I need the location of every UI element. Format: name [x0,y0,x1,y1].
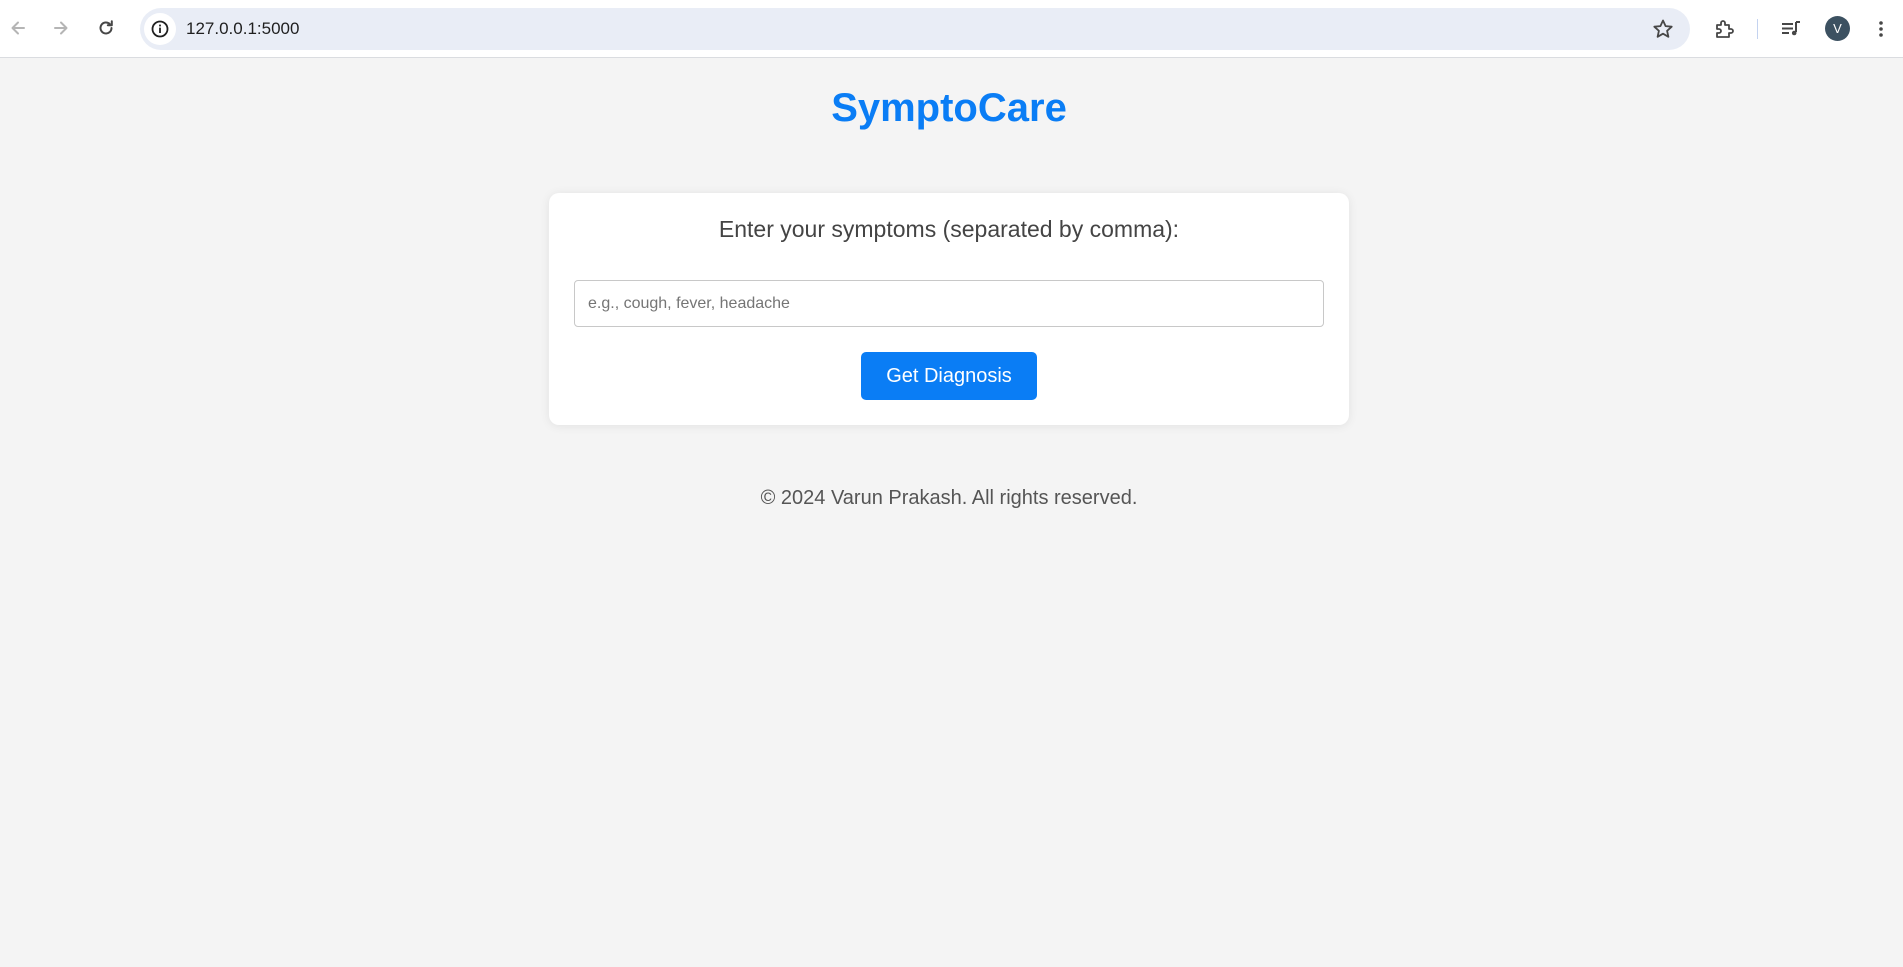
reload-button[interactable] [91,13,121,43]
profile-avatar[interactable]: V [1825,16,1850,41]
puzzle-icon [1716,20,1734,38]
symptom-form-card: Enter your symptoms (separated by comma)… [549,193,1349,425]
forward-button[interactable] [46,13,76,43]
footer-copyright: © 2024 Varun Prakash. All rights reserve… [760,487,1138,509]
url-text[interactable]: 127.0.0.1:5000 [186,8,299,50]
toolbar-divider [1757,19,1758,39]
symptom-input[interactable] [574,280,1324,327]
arrow-forward-icon [54,21,68,35]
address-bar[interactable]: 127.0.0.1:5000 [140,8,1690,50]
symptom-input-label: Enter your symptoms (separated by comma)… [718,216,1180,242]
media-queue-icon [1782,21,1800,36]
bookmark-button[interactable] [1650,16,1676,42]
browser-menu-button[interactable] [1865,13,1897,45]
arrow-back-icon [11,21,25,35]
get-diagnosis-button[interactable]: Get Diagnosis [861,352,1037,400]
star-icon [1653,19,1673,38]
reload-icon [99,20,113,35]
info-icon [151,20,169,38]
page-title: SymptoCare [831,86,1067,130]
kebab-menu-icon [1879,21,1883,37]
extensions-button[interactable] [1709,13,1741,45]
site-info-button[interactable] [144,13,176,45]
back-button[interactable] [3,13,33,43]
media-control-button[interactable] [1775,13,1807,45]
browser-toolbar: 127.0.0.1:5000 V [0,0,1903,58]
